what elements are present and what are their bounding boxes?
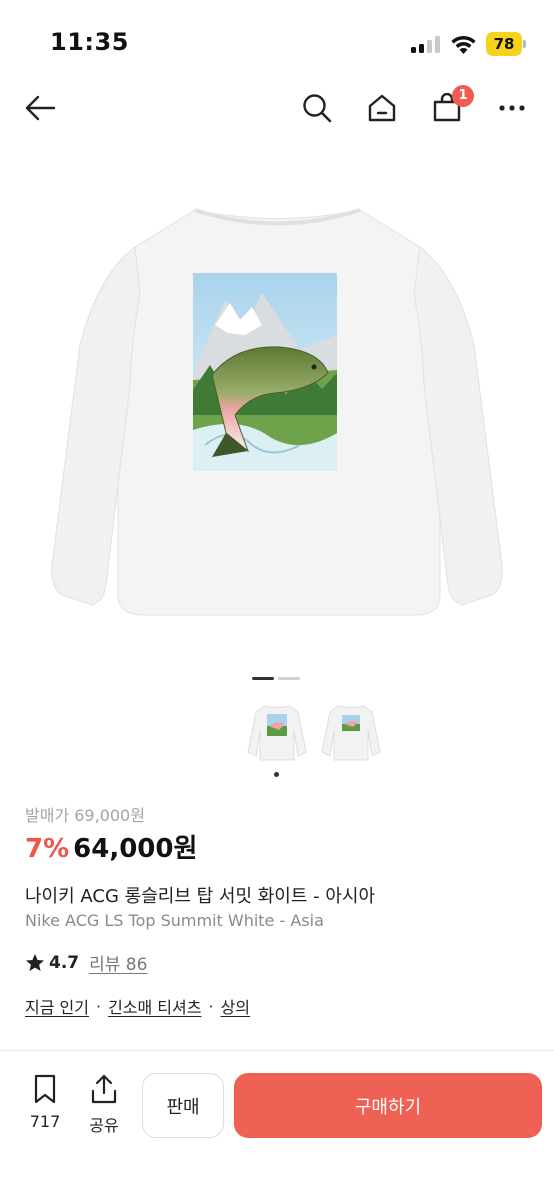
bookmark-button[interactable]: 717 [22, 1074, 68, 1131]
search-icon [303, 94, 332, 123]
image-pager [252, 677, 300, 680]
back-arrow-icon [25, 95, 56, 121]
sale-price: 64,000원 [73, 834, 198, 864]
rating-row: 4.7 리뷰 86 [25, 950, 147, 975]
thumbnail-strip [0, 700, 554, 770]
bookmark-icon [34, 1074, 56, 1104]
tag-tops[interactable]: 상의 [221, 994, 250, 1018]
share-label: 공유 [89, 1116, 119, 1135]
tag-separator: · [208, 996, 214, 1016]
cellular-signal-icon [411, 36, 441, 53]
home-icon [368, 94, 396, 122]
wifi-icon [451, 35, 476, 54]
cart-count-badge: 1 [452, 85, 474, 107]
star-icon [26, 953, 44, 971]
product-title-english: Nike ACG LS Top Summit White - Asia [25, 911, 324, 930]
thumbnail-1[interactable] [246, 700, 308, 764]
product-image[interactable] [0, 175, 554, 635]
battery-indicator: 78 [486, 32, 522, 56]
search-button[interactable] [297, 88, 337, 128]
tag-separator: · [95, 996, 102, 1016]
status-time: 11:35 [50, 28, 129, 56]
release-price: 발매가 69,000원 [25, 806, 145, 825]
tag-long-sleeve-tshirt[interactable]: 긴소매 티셔츠 [108, 994, 201, 1018]
thumbnail-2[interactable] [320, 700, 382, 764]
pager-dot-active [252, 677, 274, 680]
status-bar: 11:35 78 [0, 0, 554, 80]
pager-dot [278, 677, 300, 680]
tag-popular-now[interactable]: 지금 인기 [25, 994, 89, 1018]
more-icon [499, 105, 525, 111]
sell-button[interactable]: 판매 [142, 1073, 224, 1138]
buy-button[interactable]: 구매하기 [234, 1073, 542, 1138]
category-tags: 지금 인기 · 긴소매 티셔츠 · 상의 [25, 994, 250, 1018]
thumbnail-selected-dot [274, 772, 279, 777]
home-button[interactable] [362, 88, 402, 128]
bookmark-count: 717 [29, 1112, 61, 1131]
price-row: 7% 64,000원 [25, 828, 197, 865]
discount-rate: 7% [25, 834, 70, 864]
share-icon [91, 1074, 117, 1104]
product-title-korean: 나이키 ACG 롱슬리브 탑 서밋 화이트 - 아시아 [25, 886, 376, 907]
back-button[interactable] [20, 88, 60, 128]
share-button[interactable]: 공유 [80, 1074, 128, 1136]
review-count-link[interactable]: 리뷰 86 [89, 950, 147, 975]
battery-tip [523, 40, 526, 48]
rating-value: 4.7 [49, 952, 80, 973]
more-button[interactable] [492, 88, 532, 128]
